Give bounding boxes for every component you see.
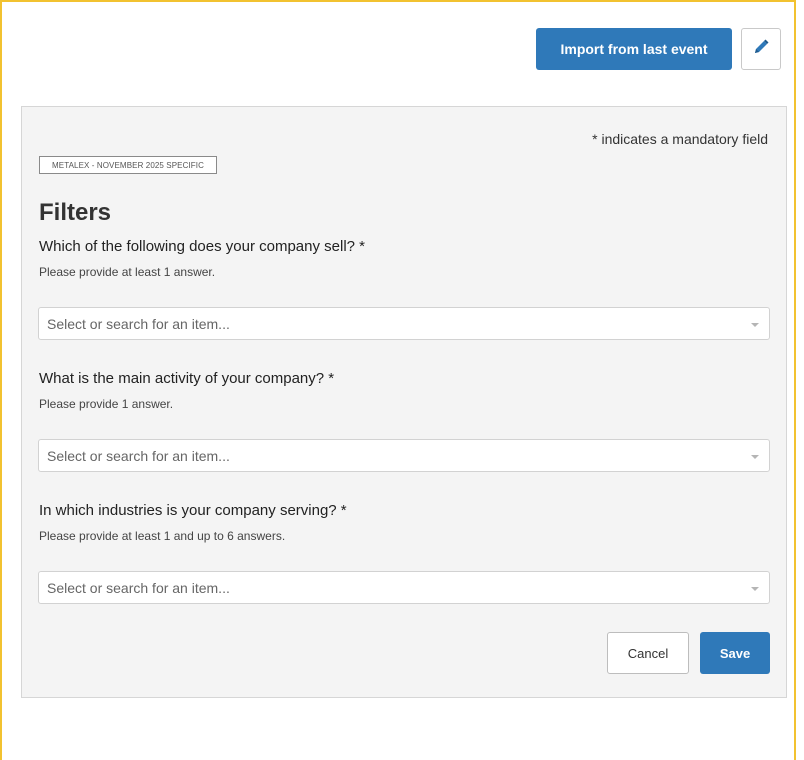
chevron-down-icon [751,587,759,591]
question-label-sell: Which of the following does your company… [39,238,366,255]
select-placeholder: Select or search for an item... [47,316,230,332]
import-from-last-event-button[interactable]: Import from last event [536,28,732,70]
select-sell[interactable]: Select or search for an item... [38,307,770,340]
section-title: Filters [39,199,112,226]
chevron-down-icon [751,323,759,327]
event-tag: METALEX - NOVEMBER 2025 SPECIFIC [39,156,217,174]
select-placeholder: Select or search for an item... [47,448,230,464]
chevron-down-icon [751,455,759,459]
question-hint-sell: Please provide at least 1 answer. [39,265,216,279]
edit-button[interactable] [741,28,781,70]
question-label-industries: In which industries is your company serv… [39,502,347,519]
filters-form-panel: * indicates a mandatory field METALEX - … [21,106,787,698]
mandatory-field-note: * indicates a mandatory field [592,131,768,147]
select-industries[interactable]: Select or search for an item... [38,571,770,604]
question-hint-activity: Please provide 1 answer. [39,397,174,411]
save-button[interactable]: Save [700,632,770,674]
select-activity[interactable]: Select or search for an item... [38,439,770,472]
pencil-icon [752,38,770,61]
cancel-button[interactable]: Cancel [607,632,689,674]
question-label-activity: What is the main activity of your compan… [39,370,335,387]
question-hint-industries: Please provide at least 1 and up to 6 an… [39,529,286,543]
select-placeholder: Select or search for an item... [47,580,230,596]
